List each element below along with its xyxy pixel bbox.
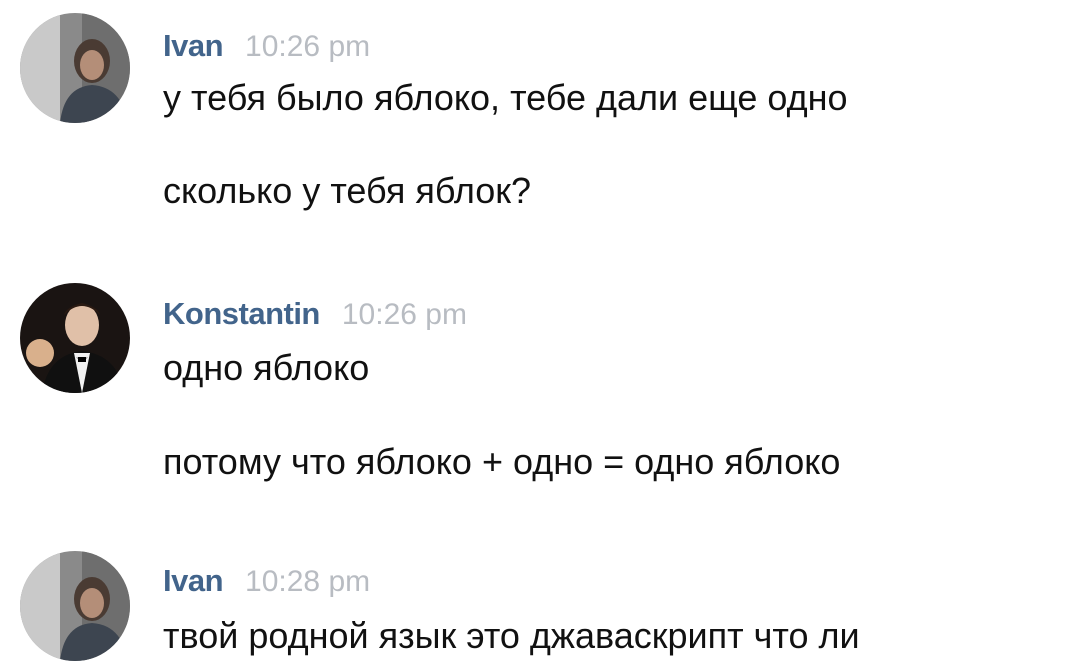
user-photo-icon (20, 551, 130, 661)
author-name[interactable]: Ivan (163, 28, 224, 63)
message-header: Ivan 10:26 pm (163, 30, 370, 62)
message-time: 10:28 pm (245, 565, 371, 598)
message-text: одно яблоко (163, 347, 370, 388)
message-time: 10:26 pm (245, 30, 371, 63)
avatar[interactable] (20, 551, 130, 661)
author-name[interactable]: Konstantin (163, 296, 320, 331)
user-photo-icon (20, 13, 130, 123)
message-header: Konstantin 10:26 pm (163, 298, 467, 330)
avatar[interactable] (20, 13, 130, 123)
author-name[interactable]: Ivan (163, 563, 224, 598)
message-text: твой родной язык это джаваскрипт что ли (163, 615, 860, 656)
user-photo-icon (20, 283, 130, 393)
message-text: у тебя было яблоко, тебе дали еще одно (163, 77, 848, 118)
message-header: Ivan 10:28 pm (163, 565, 370, 597)
message-time: 10:26 pm (341, 298, 467, 331)
message-text: сколько у тебя яблок? (163, 170, 532, 211)
avatar[interactable] (20, 283, 130, 393)
message-text: потому что яблоко + одно = одно яблоко (163, 441, 841, 482)
